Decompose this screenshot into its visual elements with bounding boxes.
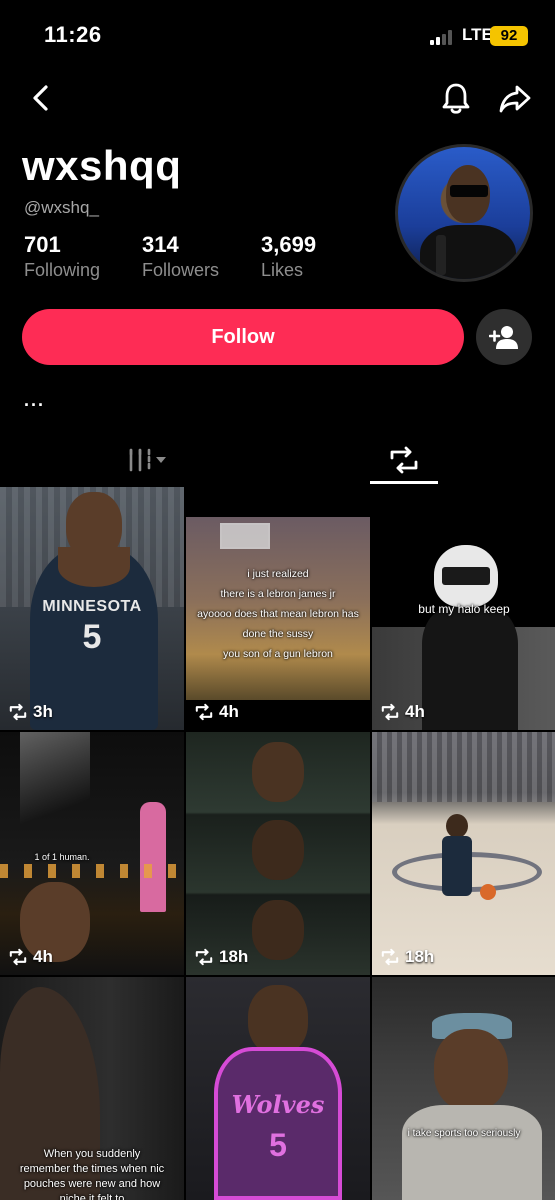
follow-button[interactable]: Follow: [22, 309, 464, 365]
jersey-number-text: 5: [269, 1127, 287, 1163]
add-user-icon: [489, 326, 518, 349]
notification-button[interactable]: [438, 80, 474, 116]
video-caption: i take sports too seriously: [407, 1128, 521, 1139]
likes-label: Likes: [261, 260, 304, 280]
network-label: LTE: [462, 25, 493, 44]
following-count: 701: [24, 232, 61, 257]
signal-icon: [430, 29, 456, 45]
video-caption: 1 of 1 human.: [34, 852, 90, 862]
repost-badge: 4h: [194, 702, 239, 722]
video-tile[interactable]: Wolves 5: [186, 977, 370, 1200]
video-time: 4h: [33, 947, 53, 966]
jersey-number-text: 5: [82, 618, 102, 656]
jersey-team-text: Wolves: [231, 1090, 325, 1119]
username: @wxshq_: [24, 198, 99, 217]
video-tile[interactable]: 18h: [372, 732, 555, 975]
share-icon: [499, 85, 531, 113]
bell-icon: [442, 83, 470, 114]
video-time: 3h: [33, 702, 53, 721]
video-time: 4h: [219, 702, 239, 721]
back-button[interactable]: [22, 80, 58, 116]
repost-icon: [195, 948, 213, 966]
repost-icon: [195, 703, 213, 721]
add-friend-button[interactable]: [476, 309, 532, 365]
video-caption: i just realized there is a lebron james …: [197, 568, 359, 660]
repost-icon: [390, 446, 418, 474]
display-name: wxshqq: [22, 142, 182, 189]
repost-icon: [381, 703, 399, 721]
repost-icon: [9, 948, 27, 966]
video-time: 18h: [405, 947, 435, 966]
video-tile[interactable]: MINNESOTA 5 3h: [0, 487, 184, 730]
repost-badge: 4h: [380, 702, 425, 722]
video-tile[interactable]: When you suddenly remember the times whe…: [0, 977, 184, 1200]
repost-icon: [381, 948, 399, 966]
video-time: 18h: [219, 947, 249, 966]
video-time: 4h: [405, 702, 425, 721]
tab-reposts[interactable]: [370, 440, 438, 480]
stat-likes: 3,699 Likes: [261, 232, 316, 281]
stat-followers[interactable]: 314 Followers: [142, 232, 219, 281]
repost-icon: [9, 703, 27, 721]
video-caption: but my halo keep: [418, 602, 510, 616]
video-tile[interactable]: 1 of 1 human. 4h: [0, 732, 184, 975]
share-button[interactable]: [497, 80, 533, 116]
video-tile[interactable]: 18h: [186, 732, 370, 975]
video-tile[interactable]: i just realized there is a lebron james …: [186, 487, 370, 730]
back-arrow-icon: [33, 85, 48, 111]
repost-badge: 3h: [8, 702, 53, 722]
bio-more[interactable]: ...: [24, 390, 45, 411]
stat-following[interactable]: 701 Following: [24, 232, 100, 281]
tab-videos[interactable]: [118, 440, 182, 480]
video-caption: When you suddenly remember the times whe…: [19, 1148, 165, 1200]
repost-badge: 18h: [380, 947, 434, 967]
video-tile[interactable]: but my halo keep 4h: [372, 487, 555, 730]
battery-indicator: 92: [490, 26, 528, 46]
avatar[interactable]: [395, 144, 533, 282]
tab-indicator: [370, 481, 438, 484]
repost-badge: 18h: [194, 947, 248, 967]
following-label: Following: [24, 260, 101, 280]
jersey-team-text: MINNESOTA: [42, 598, 142, 615]
followers-count: 314: [142, 232, 179, 257]
status-time: 11:26: [44, 22, 102, 47]
video-tile[interactable]: i take sports too seriously: [372, 977, 555, 1200]
grid-icon: [129, 448, 166, 472]
status-bar: 11:26 LTE 92: [0, 0, 555, 70]
likes-count: 3,699: [261, 232, 317, 257]
repost-badge: 4h: [8, 947, 53, 967]
followers-label: Followers: [142, 260, 220, 280]
